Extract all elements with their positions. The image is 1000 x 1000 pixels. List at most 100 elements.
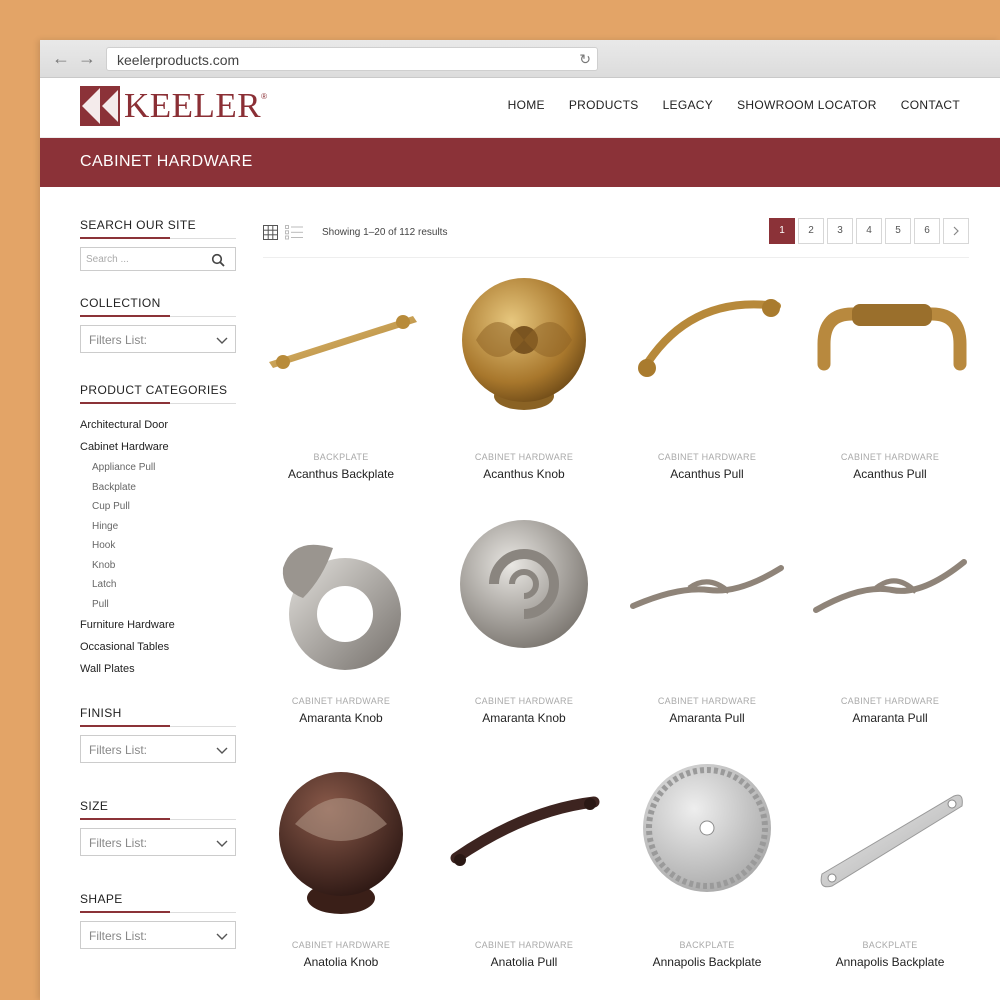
product-name[interactable]: Acanthus Pull [812,467,968,481]
keeler-logo-mark-icon [80,86,120,126]
nav-showroom-locator[interactable]: SHOWROOM LOCATOR [737,98,877,112]
product-image [812,274,968,444]
keeler-logo[interactable]: KEELER ® [80,86,267,126]
product-card[interactable]: CABINET HARDWARE Amaranta Knob [263,518,419,762]
product-image [446,274,602,444]
forward-arrow-icon[interactable]: → [78,49,96,67]
category-architectural-door[interactable]: Architectural Door [80,414,236,436]
page-3-button[interactable]: 3 [827,218,853,244]
product-name[interactable]: Acanthus Pull [629,467,785,481]
back-arrow-icon[interactable]: ← [52,49,70,67]
product-category: BACKPLATE [679,940,735,950]
list-view-icon[interactable] [285,225,303,240]
product-card[interactable]: CABINET HARDWARE Acanthus Pull [629,274,785,518]
nav-home[interactable]: HOME [508,98,545,112]
product-card[interactable]: CABINET HARDWARE Amaranta Knob [446,518,602,762]
product-category: CABINET HARDWARE [657,452,757,462]
page-5-button[interactable]: 5 [885,218,911,244]
product-card[interactable]: CABINET HARDWARE Anatolia Pull [446,762,602,1000]
product-name[interactable]: Amaranta Knob [263,711,419,725]
product-name[interactable]: Anatolia Knob [263,955,419,969]
address-bar[interactable]: keelerproducts.com ↻ [106,47,598,71]
product-image [446,762,602,932]
chevron-down-icon [216,747,228,754]
page-4-button[interactable]: 4 [856,218,882,244]
url-text: keelerproducts.com [117,52,240,68]
product-area: Showing 1–20 of 112 results 1 2 3 4 5 6 [263,218,969,1000]
product-name[interactable]: Annapolis Backplate [812,955,968,969]
product-category: CABINET HARDWARE [474,940,574,950]
product-category: CABINET HARDWARE [474,696,574,706]
size-section-title: SIZE [80,799,236,820]
product-image [629,518,785,688]
page-1-button[interactable]: 1 [769,218,795,244]
subcategory-appliance-pull[interactable]: Appliance Pull [80,458,236,478]
reload-icon[interactable]: ↻ [579,51,591,68]
product-category: BACKPLATE [862,940,918,950]
product-card[interactable]: CABINET HARDWARE Acanthus Pull [812,274,968,518]
finish-filter-select[interactable]: Filters List: [80,735,236,763]
product-image [263,518,419,688]
chevron-right-icon [953,226,959,236]
product-name[interactable]: Amaranta Knob [446,711,602,725]
product-name[interactable]: Amaranta Pull [812,711,968,725]
subcategory-hinge[interactable]: Hinge [80,517,236,537]
product-card[interactable]: CABINET HARDWARE Amaranta Pull [812,518,968,762]
product-image [263,762,419,932]
categories-section-title: PRODUCT CATEGORIES [80,383,236,404]
page-6-button[interactable]: 6 [914,218,940,244]
subcategory-cup-pull[interactable]: Cup Pull [80,497,236,517]
size-filter-select[interactable]: Filters List: [80,828,236,856]
product-card[interactable]: CABINET HARDWARE Amaranta Pull [629,518,785,762]
category-furniture-hardware[interactable]: Furniture Hardware [80,614,236,636]
subcategory-latch[interactable]: Latch [80,575,236,595]
nav-contact[interactable]: CONTACT [901,98,960,112]
category-cabinet-hardware[interactable]: Cabinet Hardware [80,436,236,458]
search-box [80,247,236,271]
product-card[interactable]: BACKPLATE Annapolis Backplate [812,762,968,1000]
next-page-button[interactable] [943,218,969,244]
product-name[interactable]: Annapolis Backplate [629,955,785,969]
page-title: CABINET HARDWARE [80,153,253,170]
site-header: KEELER ® HOME PRODUCTS LEGACY SHOWROOM L… [40,78,1000,138]
search-input[interactable] [86,249,206,269]
product-image [812,518,968,688]
product-category: CABINET HARDWARE [840,696,940,706]
select-placeholder: Filters List: [89,743,148,757]
page-2-button[interactable]: 2 [798,218,824,244]
chevron-down-icon [216,933,228,940]
results-toolbar: Showing 1–20 of 112 results 1 2 3 4 5 6 [263,218,969,258]
product-card[interactable]: BACKPLATE Annapolis Backplate [629,762,785,1000]
product-card[interactable]: CABINET HARDWARE Anatolia Knob [263,762,419,1000]
product-category: BACKPLATE [313,452,369,462]
product-image [446,518,602,688]
subcategory-pull[interactable]: Pull [80,595,236,615]
grid-view-icon[interactable] [263,225,278,240]
product-name[interactable]: Anatolia Pull [446,955,602,969]
chevron-down-icon [216,840,228,847]
product-category: CABINET HARDWARE [474,452,574,462]
product-name[interactable]: Amaranta Pull [629,711,785,725]
nav-legacy[interactable]: LEGACY [663,98,714,112]
browser-toolbar: ← → keelerproducts.com ↻ [40,40,1000,78]
subcategory-knob[interactable]: Knob [80,556,236,576]
product-image [629,274,785,444]
search-icon[interactable] [211,253,225,267]
sidebar: SEARCH OUR SITE COLLECTION Filters List:… [80,218,236,949]
subcategory-backplate[interactable]: Backplate [80,478,236,498]
collection-filter-select[interactable]: Filters List: [80,325,236,353]
main-nav: HOME PRODUCTS LEGACY SHOWROOM LOCATOR CO… [508,98,960,112]
nav-products[interactable]: PRODUCTS [569,98,639,112]
product-name[interactable]: Acanthus Backplate [263,467,419,481]
product-image [629,762,785,932]
shape-filter-select[interactable]: Filters List: [80,921,236,949]
shape-section-title: SHAPE [80,892,236,913]
category-occasional-tables[interactable]: Occasional Tables [80,636,236,658]
subcategory-hook[interactable]: Hook [80,536,236,556]
product-card[interactable]: BACKPLATE Acanthus Backplate [263,274,419,518]
product-name[interactable]: Acanthus Knob [446,467,602,481]
logo-wordmark: KEELER [124,86,262,125]
product-card[interactable]: CABINET HARDWARE Acanthus Knob [446,274,602,518]
category-wall-plates[interactable]: Wall Plates [80,658,236,680]
select-placeholder: Filters List: [89,929,148,943]
